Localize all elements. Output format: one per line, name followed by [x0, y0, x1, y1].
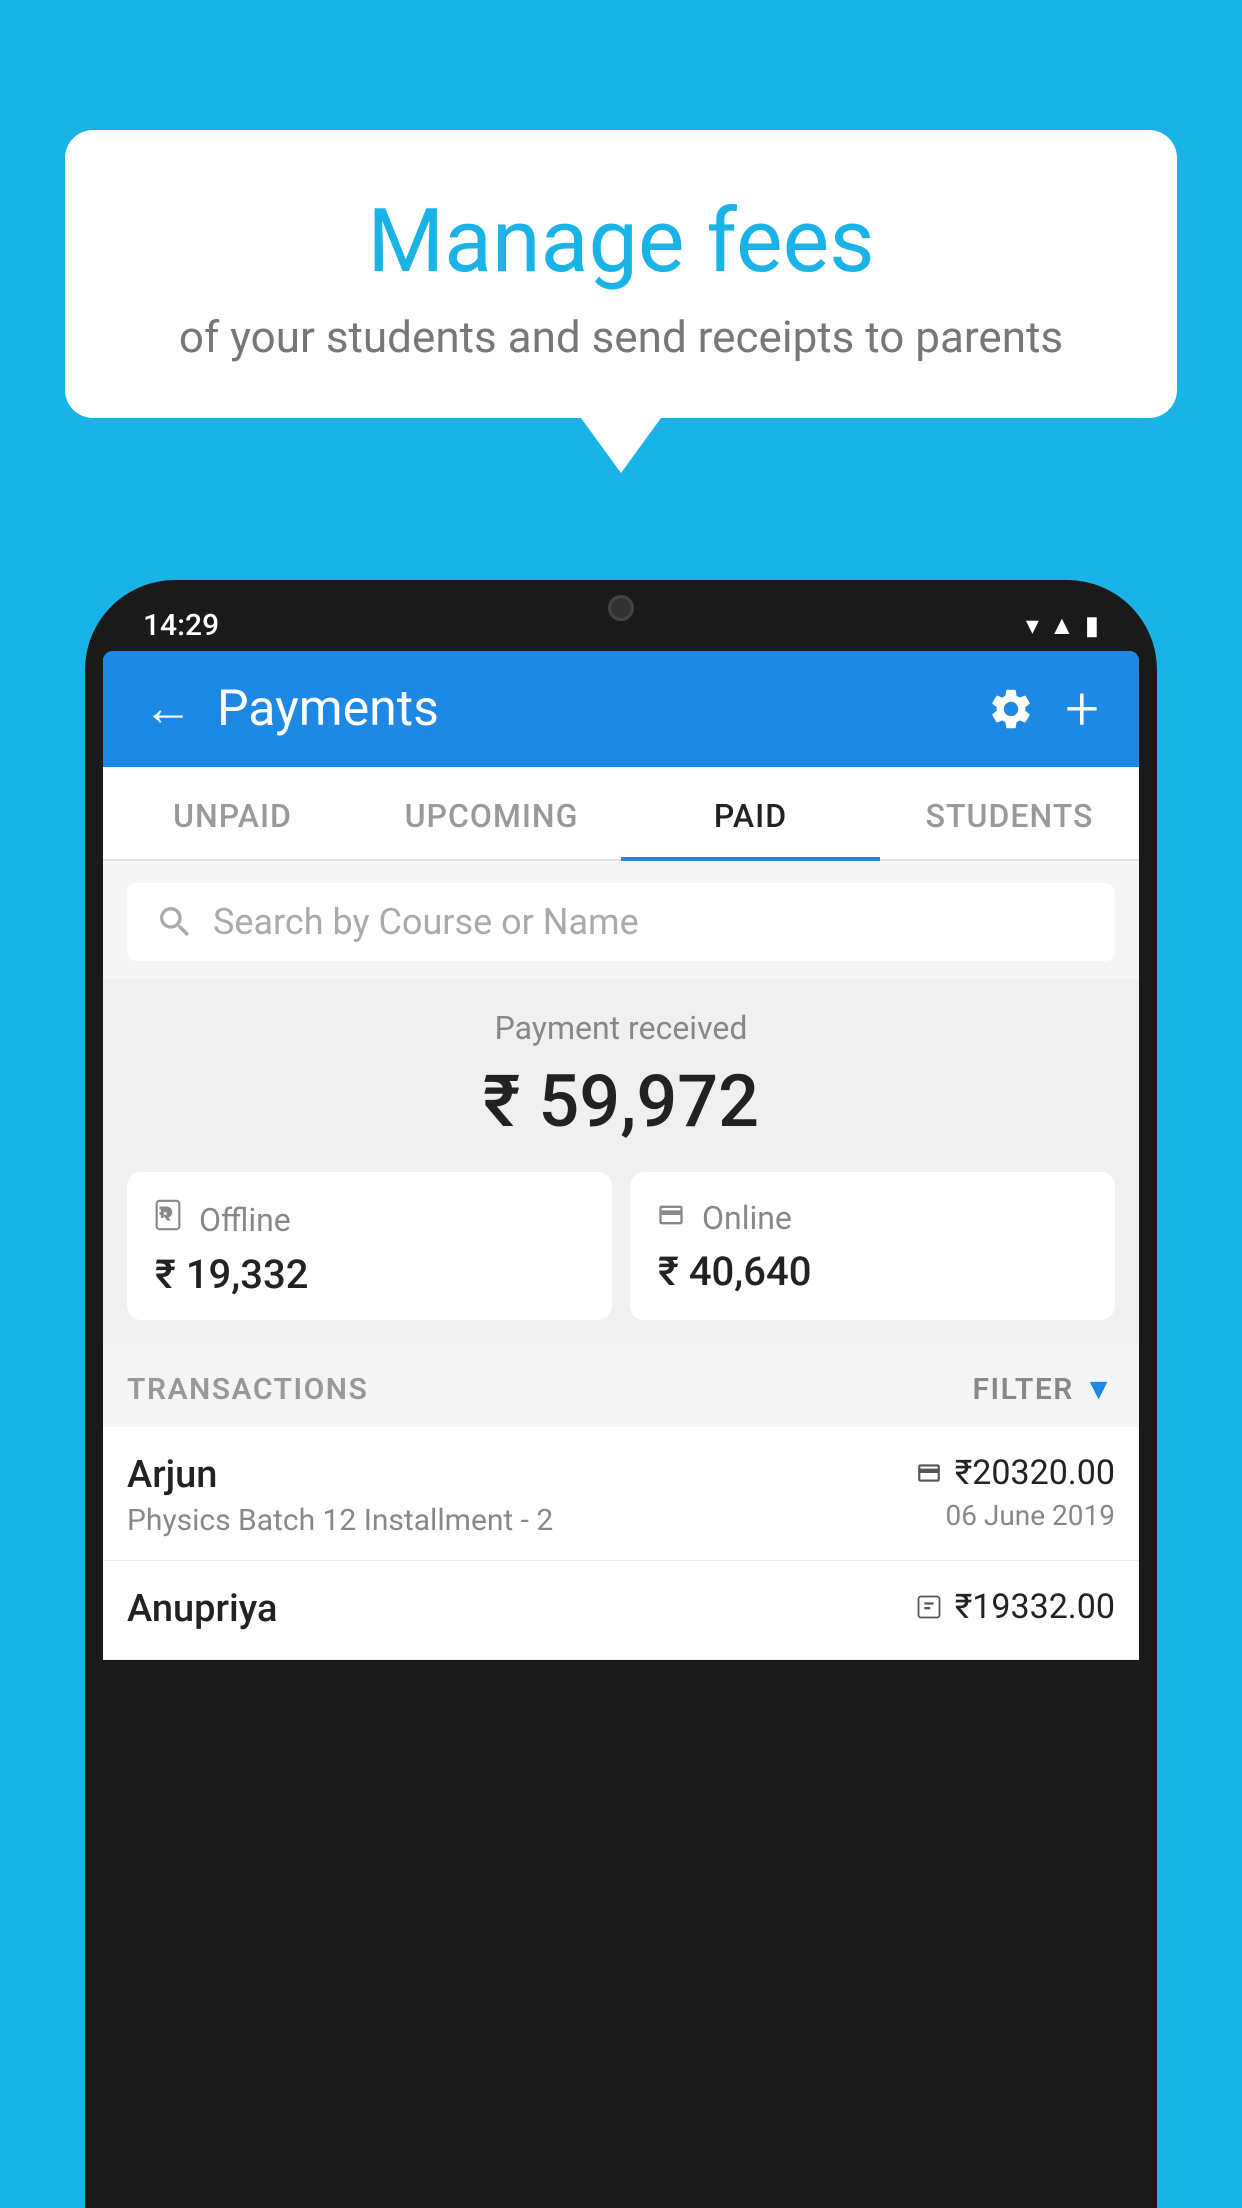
wifi-icon: ▾	[1026, 611, 1039, 641]
phone-notch	[541, 580, 701, 635]
offline-payment-icon	[913, 1593, 945, 1621]
table-row[interactable]: Arjun Physics Batch 12 Installment - 2 ₹…	[103, 1427, 1139, 1561]
tab-students[interactable]: STUDENTS	[880, 767, 1139, 859]
online-amount: ₹ 40,640	[654, 1248, 1091, 1295]
transaction-name: Anupriya	[127, 1587, 913, 1631]
gear-icon[interactable]	[987, 685, 1035, 733]
offline-icon	[151, 1198, 185, 1241]
search-input[interactable]: Search by Course or Name	[213, 901, 639, 943]
table-row[interactable]: Anupriya ₹19332.00	[103, 1561, 1139, 1660]
status-bar: 14:29 ▾ ▲ ▮	[103, 598, 1139, 651]
transaction-date: 06 June 2019	[913, 1499, 1115, 1532]
filter-icon: ▼	[1084, 1372, 1115, 1407]
search-bar[interactable]: Search by Course or Name	[127, 883, 1115, 961]
payment-total-amount: ₹ 59,972	[127, 1059, 1115, 1144]
phone-time: 14:29	[143, 608, 219, 643]
search-icon	[155, 902, 195, 942]
phone-outer: 14:29 ▾ ▲ ▮ ← Payments	[85, 580, 1157, 2208]
offline-label: Offline	[199, 1201, 291, 1239]
signal-icon: ▲	[1049, 610, 1075, 641]
online-label: Online	[702, 1199, 792, 1237]
header-left: ← Payments	[143, 680, 439, 738]
transaction-right: ₹20320.00 06 June 2019	[913, 1453, 1115, 1532]
online-payment-icon	[913, 1460, 945, 1486]
transaction-amount-row: ₹19332.00	[913, 1587, 1115, 1627]
speech-bubble-container: Manage fees of your students and send re…	[65, 130, 1177, 473]
app-header: ← Payments +	[103, 651, 1139, 767]
back-button[interactable]: ←	[143, 684, 193, 734]
tab-paid[interactable]: PAID	[621, 767, 880, 859]
payment-cards: Offline ₹ 19,332	[127, 1172, 1115, 1320]
payment-summary: Payment received ₹ 59,972	[103, 979, 1139, 1344]
transaction-amount: ₹20320.00	[955, 1453, 1115, 1493]
tab-unpaid[interactable]: UNPAID	[103, 767, 362, 859]
online-icon	[654, 1198, 688, 1238]
bubble-subtitle: of your students and send receipts to pa…	[135, 311, 1107, 363]
transaction-amount-row: ₹20320.00	[913, 1453, 1115, 1493]
offline-card-top: Offline	[151, 1198, 588, 1241]
bubble-arrow	[581, 418, 661, 473]
transactions-header: TRANSACTIONS FILTER ▼	[103, 1344, 1139, 1427]
status-icons: ▾ ▲ ▮	[1026, 610, 1099, 641]
transaction-left: Arjun Physics Batch 12 Installment - 2	[127, 1453, 913, 1538]
transactions-label: TRANSACTIONS	[127, 1372, 368, 1407]
filter-label: FILTER	[973, 1372, 1074, 1407]
battery-icon: ▮	[1085, 611, 1099, 641]
transaction-detail: Physics Batch 12 Installment - 2	[127, 1503, 913, 1538]
online-card-top: Online	[654, 1198, 1091, 1238]
speech-bubble: Manage fees of your students and send re…	[65, 130, 1177, 418]
payment-received-label: Payment received	[127, 1009, 1115, 1047]
camera-dot	[608, 595, 634, 621]
offline-amount: ₹ 19,332	[151, 1251, 588, 1298]
search-container: Search by Course or Name	[103, 861, 1139, 979]
page-title: Payments	[217, 680, 439, 738]
phone-container: 14:29 ▾ ▲ ▮ ← Payments	[85, 580, 1157, 2208]
transaction-left: Anupriya	[127, 1587, 913, 1637]
transaction-right: ₹19332.00	[913, 1587, 1115, 1633]
app-screen: ← Payments + UNPAID UPCOMING PAID STUDEN…	[103, 651, 1139, 1660]
transaction-amount: ₹19332.00	[955, 1587, 1115, 1627]
tabs-bar: UNPAID UPCOMING PAID STUDENTS	[103, 767, 1139, 861]
header-right: +	[987, 679, 1099, 739]
offline-card: Offline ₹ 19,332	[127, 1172, 612, 1320]
add-button[interactable]: +	[1065, 679, 1099, 739]
transaction-name: Arjun	[127, 1453, 913, 1497]
tab-upcoming[interactable]: UPCOMING	[362, 767, 621, 859]
bubble-title: Manage fees	[135, 190, 1107, 293]
online-card: Online ₹ 40,640	[630, 1172, 1115, 1320]
filter-button[interactable]: FILTER ▼	[973, 1372, 1115, 1407]
